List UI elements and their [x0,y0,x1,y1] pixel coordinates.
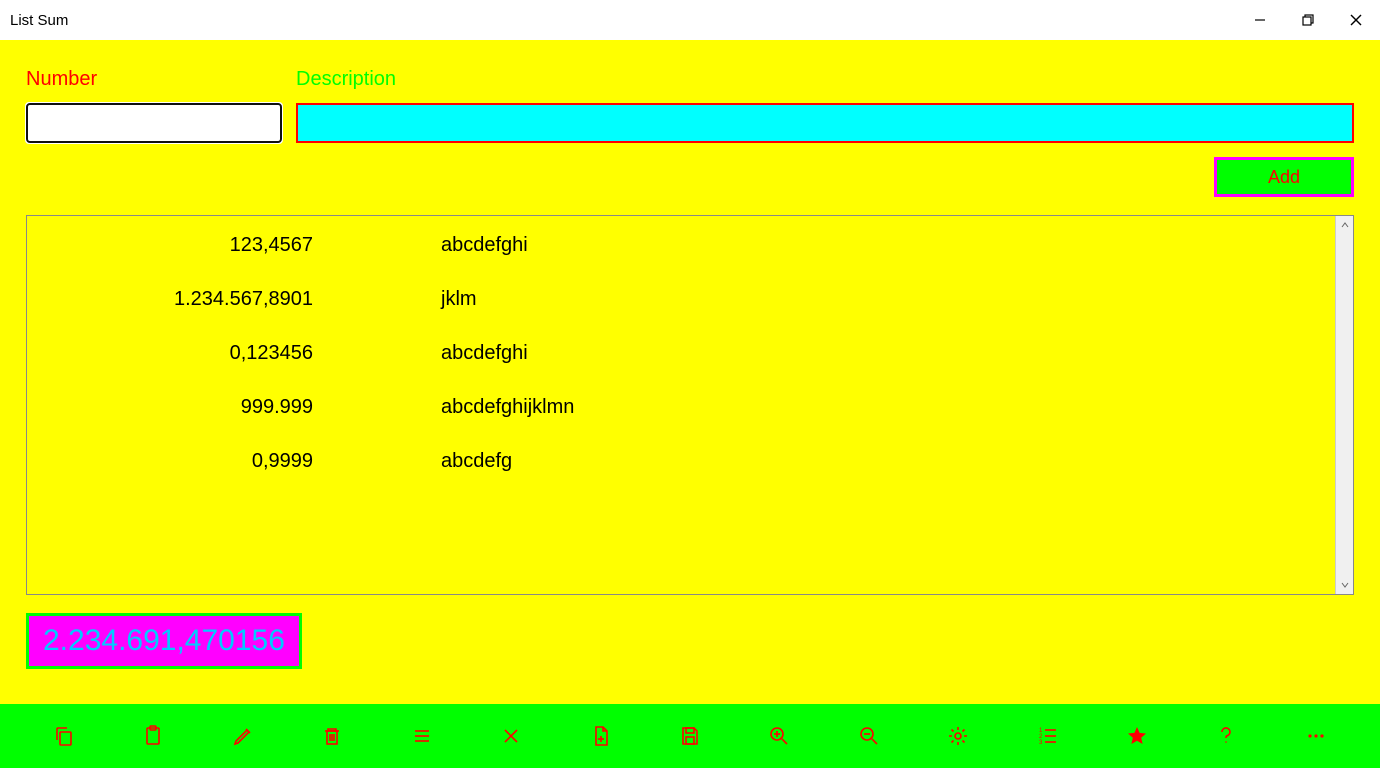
zoom-out-icon [857,724,881,748]
inputs-row [26,103,1354,143]
clipboard-icon [141,724,165,748]
close-window-button[interactable] [1332,0,1380,40]
list-item[interactable]: 1.234.567,8901 jklm [33,288,1329,342]
favorite-button[interactable] [1113,712,1161,760]
copy-button[interactable] [40,712,88,760]
labels-row: Number Description [26,68,1354,91]
list-item[interactable]: 0,123456 abcdefghi [33,342,1329,396]
toolbar: 123 [0,704,1380,768]
zoom-in-icon [767,724,791,748]
settings-button[interactable] [934,712,982,760]
list-item-number: 0,123456 [33,342,313,365]
list-item-number: 1.234.567,8901 [33,288,313,311]
list-item-number: 0,9999 [33,450,313,473]
list-item-description: abcdefg [441,450,512,473]
list-item-description: jklm [441,288,477,311]
copy-icon [52,724,76,748]
list-item[interactable]: 999.999 abcdefghijklmn [33,396,1329,450]
list-item[interactable]: 0,9999 abcdefg [33,450,1329,504]
scrollbar[interactable] [1335,216,1353,594]
number-input[interactable] [26,103,282,143]
help-icon [1214,724,1238,748]
gear-icon [946,724,970,748]
listbox[interactable]: 123,4567 abcdefghi 1.234.567,8901 jklm 0… [26,215,1354,595]
maximize-button[interactable] [1284,0,1332,40]
list-item-description: abcdefghi [441,342,528,365]
add-row: Add [26,157,1354,197]
edit-button[interactable] [219,712,267,760]
list-item-description: abcdefghi [441,234,528,257]
app-body: Number Description Add 123,4567 abcdefgh… [0,40,1380,704]
paste-button[interactable] [129,712,177,760]
more-button[interactable] [1292,712,1340,760]
numbered-list-button[interactable]: 123 [1024,712,1072,760]
pencil-icon [231,724,255,748]
sum-display: 2.234.691,470156 [26,613,302,669]
zoom-out-button[interactable] [845,712,893,760]
scroll-down-button[interactable] [1336,576,1353,594]
list-item-number: 999.999 [33,396,313,419]
add-button[interactable]: Add [1214,157,1354,197]
star-icon [1125,724,1149,748]
trash-icon [320,724,344,748]
list-item-description: abcdefghijklmn [441,396,574,419]
help-button[interactable] [1202,712,1250,760]
list-button[interactable] [398,712,446,760]
more-icon [1304,724,1328,748]
list-icon [410,724,434,748]
list-content: 123,4567 abcdefghi 1.234.567,8901 jklm 0… [27,216,1335,594]
scroll-up-button[interactable] [1336,216,1353,234]
file-plus-icon [589,724,613,748]
description-input[interactable] [296,103,1354,143]
scroll-track[interactable] [1336,234,1353,576]
list-item[interactable]: 123,4567 abcdefghi [33,234,1329,288]
number-label: Number [26,68,296,91]
new-file-button[interactable] [577,712,625,760]
delete-button[interactable] [308,712,356,760]
svg-text:3: 3 [1039,740,1043,746]
minimize-button[interactable] [1236,0,1284,40]
numbered-list-icon: 123 [1036,724,1060,748]
list-item-number: 123,4567 [33,234,313,257]
clear-button[interactable] [487,712,535,760]
close-icon [499,724,523,748]
window-controls [1236,0,1380,40]
zoom-in-button[interactable] [755,712,803,760]
save-button[interactable] [666,712,714,760]
titlebar: List Sum [0,0,1380,40]
description-label: Description [296,68,396,91]
save-icon [678,724,702,748]
window-title: List Sum [10,12,68,29]
